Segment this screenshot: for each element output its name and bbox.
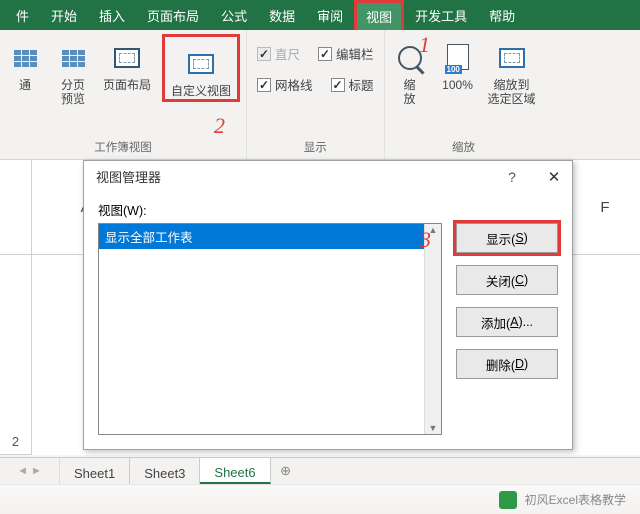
gridlines-checkbox[interactable]: ✓网格线 xyxy=(257,75,313,94)
custom-views-label: 自定义视图 xyxy=(171,85,231,99)
headings-check-icon: ✓ xyxy=(331,78,345,92)
tab-data[interactable]: 数据 xyxy=(258,0,306,30)
delete-button[interactable]: 删除(D) xyxy=(456,349,558,379)
row-header-2[interactable]: 2 xyxy=(0,255,32,455)
dialog-titlebar[interactable]: 视图管理器 ? ✕ xyxy=(84,161,572,192)
zoom-selection-icon xyxy=(494,40,530,76)
views-list-item[interactable]: 显示全部工作表 xyxy=(99,224,441,249)
page-layout-button[interactable]: 页面布局 xyxy=(102,34,152,93)
custom-views-dialog: 视图管理器 ? ✕ 视图(W): 显示全部工作表 ▲▼ 显示(S) 关闭(C) … xyxy=(83,160,573,450)
show-button[interactable]: 显示(S) xyxy=(456,223,558,253)
page-break-label: 分页 预览 xyxy=(61,79,85,107)
dialog-title: 视图管理器 xyxy=(96,167,490,186)
annotation-2: 2 xyxy=(214,113,225,139)
ribbon-group-show: ✓直尺 ✓编辑栏 ✓网格线 ✓标题 显示 xyxy=(247,30,385,159)
zoom-100-label: 100% xyxy=(442,79,473,93)
normal-view-label: 通 xyxy=(19,79,31,93)
dialog-close-button[interactable]: ✕ xyxy=(546,168,562,186)
tab-review[interactable]: 审阅 xyxy=(306,0,354,30)
sheet-tab-bar: ◄ ► Sheet1 Sheet3 Sheet6 ⊕ xyxy=(0,457,640,484)
annotation-3: 3 xyxy=(420,227,431,253)
page-break-button[interactable]: 分页 预览 xyxy=(54,34,92,107)
group-label-zoom: 缩放 xyxy=(452,139,475,157)
ribbon-tab-bar: 件 开始 插入 页面布局 公式 数据 审阅 视图 开发工具 帮助 xyxy=(0,0,640,30)
sheet-tab-sheet6[interactable]: Sheet6 xyxy=(200,458,270,484)
listbox-scrollbar[interactable]: ▲▼ xyxy=(424,224,441,434)
zoom-100-icon: 100 xyxy=(440,40,476,76)
page-layout-label: 页面布局 xyxy=(103,79,151,93)
views-list-label: 视图(W): xyxy=(98,200,558,219)
add-sheet-button[interactable]: ⊕ xyxy=(271,458,301,484)
ribbon-panel: 通 分页 预览 页面布局 自定义视图 工作簿视图 ✓ xyxy=(0,30,640,160)
watermark-text: 初风Excel表格教学 xyxy=(525,491,626,508)
page-break-icon xyxy=(55,40,91,76)
annotation-1: 1 xyxy=(419,32,430,58)
tab-file-partial[interactable]: 件 xyxy=(5,0,40,30)
zoom-selection-button[interactable]: 缩放到 选定区域 xyxy=(487,34,537,107)
tab-view[interactable]: 视图 xyxy=(354,0,404,30)
group-label-show: 显示 xyxy=(304,139,327,157)
tab-insert[interactable]: 插入 xyxy=(88,0,136,30)
ribbon-group-workbook-views: 通 分页 预览 页面布局 自定义视图 工作簿视图 xyxy=(0,30,247,159)
watermark-icon xyxy=(499,491,517,509)
headings-checkbox[interactable]: ✓标题 xyxy=(331,75,374,94)
normal-view-button[interactable]: 通 xyxy=(6,34,44,93)
page-layout-icon xyxy=(109,40,145,76)
footer-bar: 初风Excel表格教学 xyxy=(0,484,640,514)
group-label-workbookviews: 工作簿视图 xyxy=(94,139,152,157)
zoom-label: 缩 放 xyxy=(404,79,416,107)
sheet-tab-sheet1[interactable]: Sheet1 xyxy=(60,458,130,484)
normal-view-icon xyxy=(7,40,43,76)
gridlines-check-icon: ✓ xyxy=(257,78,271,92)
ruler-checkbox: ✓直尺 xyxy=(257,44,300,63)
sheet-tab-sheet3[interactable]: Sheet3 xyxy=(130,458,200,484)
tab-home[interactable]: 开始 xyxy=(40,0,88,30)
formula-bar-checkbox[interactable]: ✓编辑栏 xyxy=(318,44,374,63)
ribbon-group-zoom: 缩 放 100 100% 缩放到 选定区域 缩放 xyxy=(385,30,543,159)
tab-developer[interactable]: 开发工具 xyxy=(404,0,478,30)
tab-help[interactable]: 帮助 xyxy=(478,0,526,30)
zoom-selection-label: 缩放到 选定区域 xyxy=(488,79,536,107)
ruler-check-icon: ✓ xyxy=(257,47,271,61)
column-header-f[interactable]: F xyxy=(570,160,640,254)
custom-views-highlight: 自定义视图 xyxy=(162,34,240,102)
sheet-nav-arrows[interactable]: ◄ ► xyxy=(0,458,60,484)
formula-bar-check-icon: ✓ xyxy=(318,47,332,61)
dialog-help-button[interactable]: ? xyxy=(504,169,520,185)
custom-views-button[interactable]: 自定义视图 xyxy=(169,40,233,99)
custom-views-icon xyxy=(183,46,219,82)
tab-formulas[interactable]: 公式 xyxy=(210,0,258,30)
close-button[interactable]: 关闭(C) xyxy=(456,265,558,295)
zoom-100-button[interactable]: 100 100% xyxy=(439,34,477,93)
tab-pagelayout[interactable]: 页面布局 xyxy=(136,0,210,30)
views-listbox[interactable]: 显示全部工作表 ▲▼ xyxy=(98,223,442,435)
add-button[interactable]: 添加(A)... xyxy=(456,307,558,337)
